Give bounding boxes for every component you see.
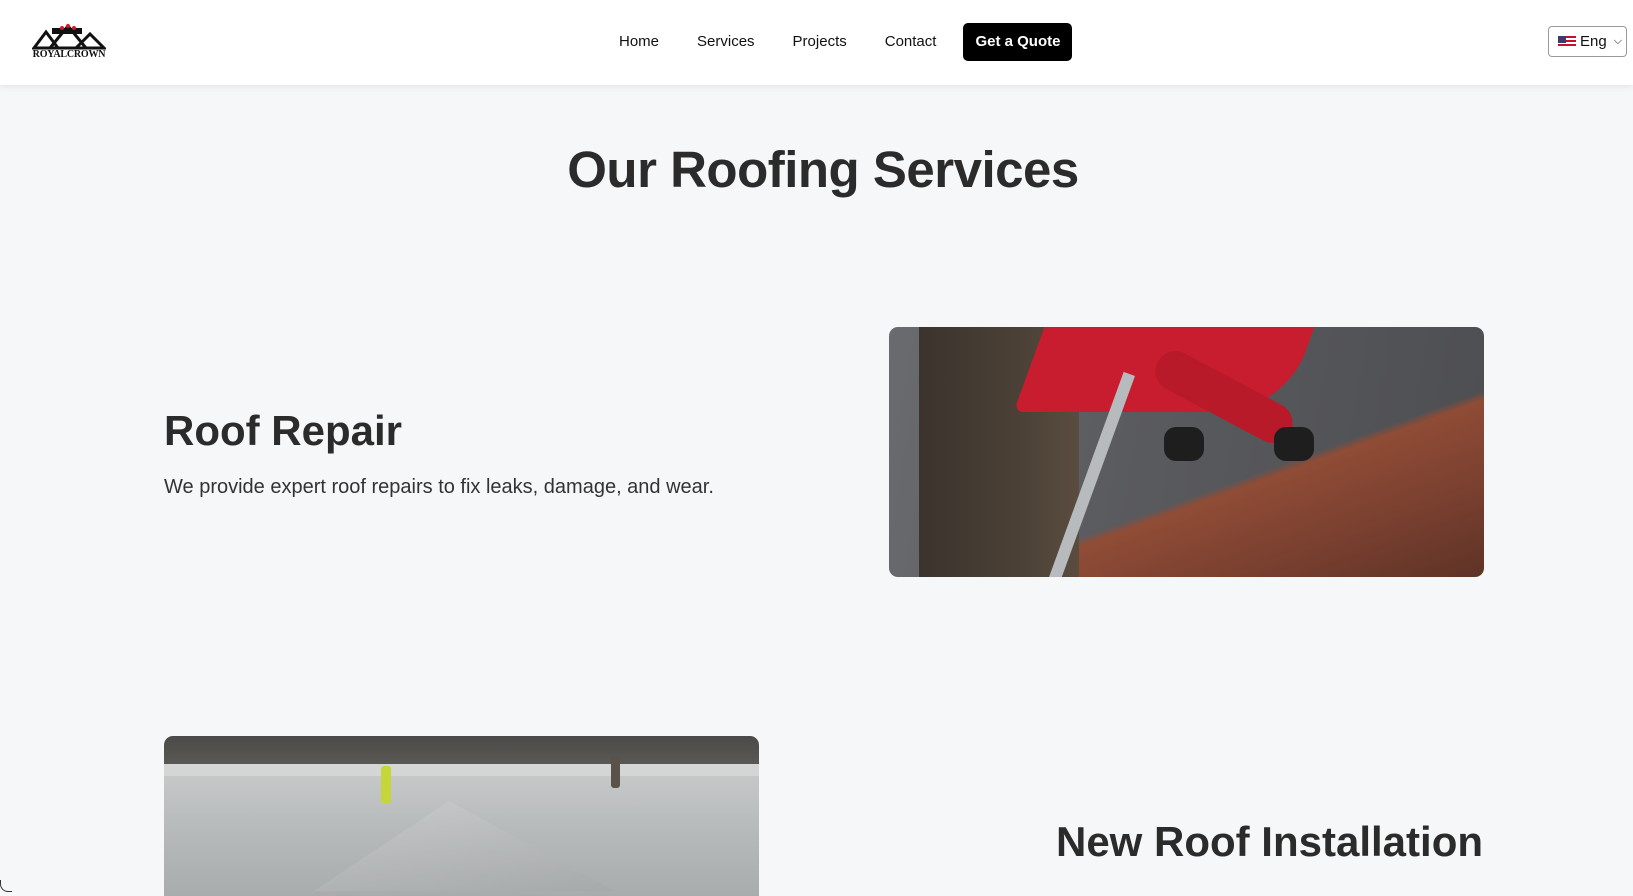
page-title: Our Roofing Services	[567, 141, 1079, 198]
chevron-down-icon: ⌵	[1613, 35, 1623, 47]
service-description-roof-repair: We provide expert roof repairs to fix le…	[164, 476, 714, 498]
language-label: Eng	[1580, 33, 1607, 50]
window-corner	[0, 880, 12, 892]
get-a-quote-button[interactable]: Get a Quote	[963, 23, 1073, 61]
nav-link-contact[interactable]: Contact	[866, 23, 956, 61]
house-roof-icon	[31, 23, 108, 50]
us-flag-icon	[1558, 35, 1576, 48]
logo[interactable]: ROYALCROWN	[31, 22, 108, 62]
nav-link-services[interactable]: Services	[678, 23, 774, 61]
main-nav: Home Services Projects Contact Get a Quo…	[600, 23, 1073, 61]
roof-repair-image	[889, 327, 1484, 577]
language-select[interactable]: Eng ⌵	[1548, 26, 1627, 57]
new-roof-installation-image	[164, 736, 759, 896]
logo-text: ROYALCROWN	[32, 49, 106, 60]
service-title-new-roof-installation: New Roof Installation	[1055, 818, 1483, 865]
nav-link-home[interactable]: Home	[600, 23, 678, 61]
navbar: ROYALCROWN Home Services Projects Contac…	[0, 0, 1633, 85]
nav-link-projects[interactable]: Projects	[774, 23, 866, 61]
service-title-roof-repair: Roof Repair	[164, 407, 403, 454]
